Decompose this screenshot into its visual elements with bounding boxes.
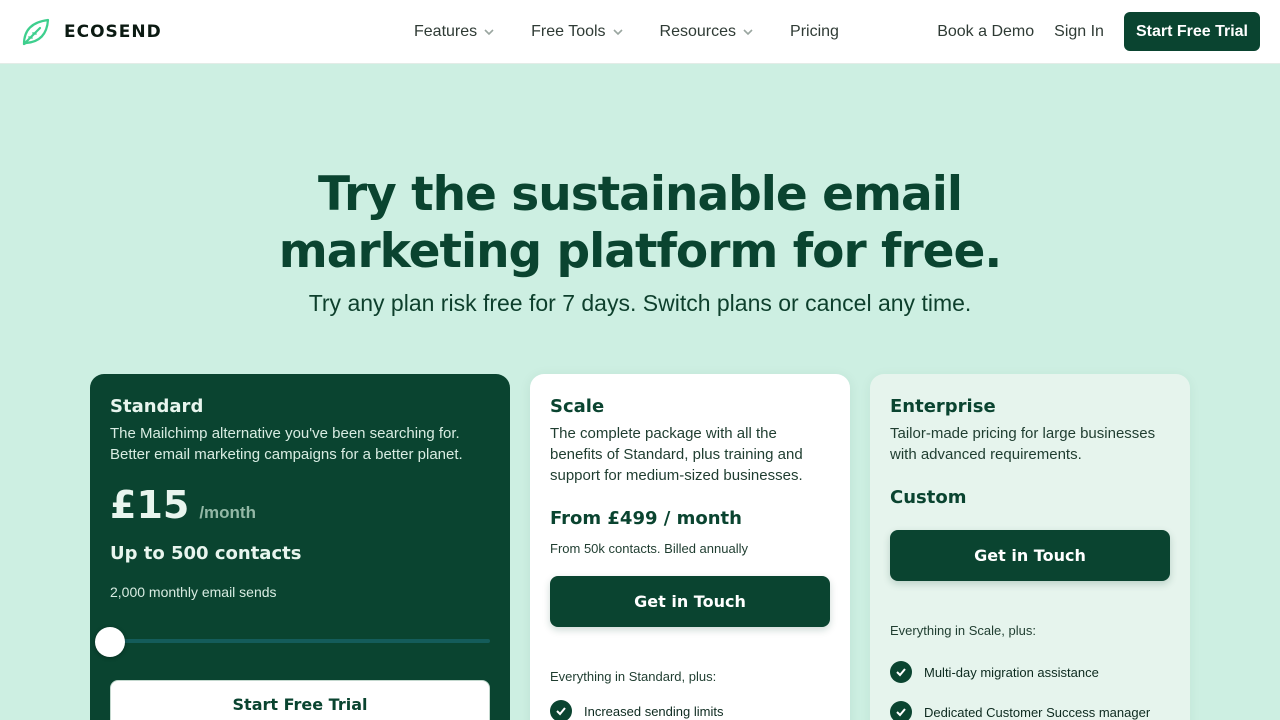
nav-free-tools-label: Free Tools	[531, 23, 606, 40]
feature-label: Increased sending limits	[584, 703, 724, 719]
chevron-down-icon	[743, 29, 753, 36]
slider-track[interactable]	[110, 639, 490, 643]
sign-in-link[interactable]: Sign In	[1054, 23, 1104, 41]
hero-title: Try the sustainable email marketing plat…	[0, 166, 1280, 280]
price-row: £15 /month	[110, 483, 490, 527]
check-circle-icon	[890, 661, 912, 683]
start-free-trial-card-button[interactable]: Start Free Trial	[110, 680, 490, 720]
nav-resources[interactable]: Resources	[660, 23, 754, 41]
feature-list: Increased sending limits	[550, 698, 830, 720]
includes-label: Everything in Scale, plus:	[890, 623, 1036, 638]
nav-free-tools[interactable]: Free Tools	[531, 23, 623, 41]
hero-title-line-2: marketing platform for free.	[278, 224, 1002, 279]
nav-pricing[interactable]: Pricing	[790, 23, 839, 41]
plan-description: The Mailchimp alternative you've been se…	[110, 425, 463, 463]
leaf-icon	[22, 18, 50, 46]
header-actions: Book a Demo Sign In Start Free Trial	[937, 12, 1260, 51]
email-sends: 2,000 monthly email sends	[110, 584, 277, 600]
plan-card-enterprise: Enterprise Tailor-made pricing for large…	[870, 374, 1190, 720]
feature-item: Multi-day migration assistance	[890, 652, 1170, 692]
logo[interactable]: ECOSEND	[20, 16, 162, 48]
price-period: /month	[199, 503, 256, 522]
plan-name: Standard	[110, 396, 204, 417]
nav-features[interactable]: Features	[414, 23, 495, 41]
feature-item: Dedicated Customer Success manager	[890, 692, 1170, 720]
check-circle-icon	[550, 700, 572, 720]
plan-card-scale: Scale The complete package with all the …	[530, 374, 850, 720]
plan-description: The complete package with all the benefi…	[550, 425, 803, 484]
chevron-down-icon	[612, 29, 623, 36]
plan-price: £15	[110, 483, 190, 527]
plan-name: Enterprise	[890, 396, 996, 417]
main-nav: Features Free Tools Resources Pricing	[414, 0, 875, 64]
brand-name: ECOSEND	[64, 22, 162, 42]
feature-label: Dedicated Customer Success manager	[924, 704, 1151, 720]
start-free-trial-button[interactable]: Start Free Trial	[1123, 12, 1260, 51]
feature-label: Multi-day migration assistance	[924, 664, 1099, 680]
hero-subtitle: Try any plan risk free for 7 days. Switc…	[308, 290, 972, 316]
price-note: From 50k contacts. Billed annually	[550, 541, 748, 556]
feature-item: Increased sending limits	[550, 698, 830, 720]
site-header: ECOSEND Features Free Tools Resources Pr…	[0, 0, 1280, 64]
check-circle-icon	[890, 701, 912, 720]
feature-list: Multi-day migration assistance Dedicated…	[890, 652, 1170, 720]
plan-name: Scale	[550, 396, 605, 417]
book-demo-link[interactable]: Book a Demo	[937, 23, 1034, 41]
plan-card-standard: Standard The Mailchimp alternative you'v…	[90, 374, 510, 720]
nav-pricing-label: Pricing	[790, 23, 839, 40]
nav-resources-label: Resources	[659, 23, 737, 40]
nav-features-label: Features	[414, 23, 478, 40]
get-in-touch-button[interactable]: Get in Touch	[550, 576, 830, 627]
contacts-count: Up to 500 contacts	[110, 543, 302, 564]
plan-price: From £499 / month	[550, 508, 742, 529]
plan-description: Tailor-made pricing for large businesses…	[890, 425, 1156, 463]
includes-label: Everything in Standard, plus:	[550, 669, 717, 684]
chevron-down-icon	[484, 29, 494, 36]
get-in-touch-button[interactable]: Get in Touch	[890, 530, 1170, 581]
slider-thumb[interactable]	[95, 627, 125, 657]
hero-title-line-1: Try the sustainable email	[318, 167, 963, 222]
contacts-slider[interactable]	[95, 627, 490, 657]
plan-price: Custom	[890, 487, 967, 508]
